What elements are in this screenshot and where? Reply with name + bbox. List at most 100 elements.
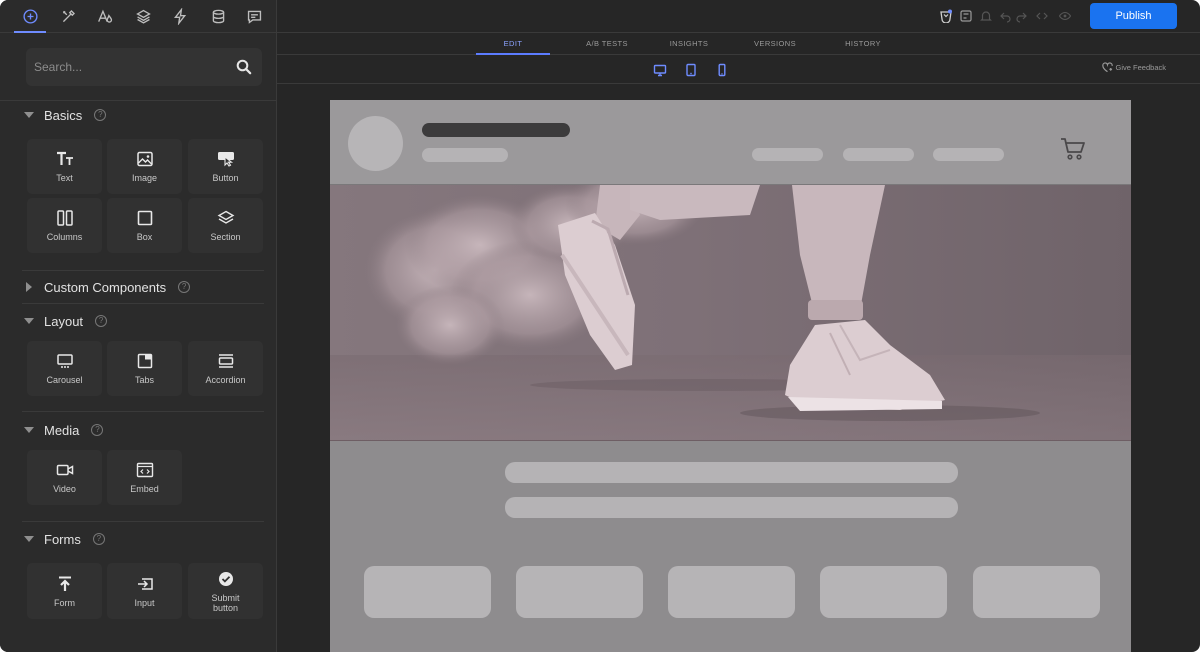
component-label: Form	[54, 597, 75, 608]
card-placeholder[interactable]	[364, 566, 491, 618]
give-feedback-link[interactable]: Give Feedback	[1101, 62, 1166, 73]
feedback-heart-icon	[1101, 62, 1113, 73]
component-columns[interactable]: Columns	[27, 198, 102, 253]
code-icon[interactable]	[1035, 9, 1049, 23]
cart-icon[interactable]	[1060, 137, 1086, 161]
nav-link-placeholder[interactable]	[933, 148, 1004, 161]
sidebar-tab-bar	[0, 0, 277, 33]
help-icon[interactable]: ?	[178, 281, 191, 293]
nav-link-placeholder[interactable]	[752, 148, 823, 161]
desktop-icon[interactable]	[653, 63, 667, 77]
tab-layers[interactable]	[125, 0, 161, 33]
subtitle-placeholder[interactable]	[422, 148, 508, 162]
help-icon[interactable]: ?	[92, 533, 105, 545]
section-title-layout: Layout	[44, 313, 84, 329]
mobile-icon[interactable]	[715, 63, 729, 77]
logo-placeholder[interactable]	[348, 116, 403, 171]
card-placeholder[interactable]	[820, 566, 947, 618]
sneaker-photo	[330, 185, 1131, 440]
tabs-icon	[136, 352, 154, 370]
text-icon	[56, 150, 74, 168]
mode-tabs: EDIT A/B TESTS INSIGHTS VERSIONS HISTORY	[277, 33, 1200, 55]
card-placeholder[interactable]	[973, 566, 1100, 618]
preview-eye-icon[interactable]	[1058, 9, 1072, 23]
section-title-forms: Forms	[44, 531, 81, 547]
comment-icon	[247, 10, 261, 24]
component-label: Text	[56, 173, 73, 183]
divider	[22, 521, 264, 522]
text-line-placeholder[interactable]	[505, 462, 958, 483]
hero-image[interactable]	[330, 185, 1131, 441]
component-label: Section	[210, 232, 241, 242]
tab-comments[interactable]	[236, 0, 272, 33]
component-label: Input	[134, 597, 155, 608]
component-carousel[interactable]: Carousel	[27, 341, 102, 396]
notification-badge-icon[interactable]	[939, 9, 953, 24]
nav-link-placeholder[interactable]	[843, 148, 914, 161]
search-input[interactable]	[26, 48, 226, 86]
card-placeholder[interactable]	[516, 566, 643, 618]
publish-button[interactable]: Publish	[1090, 3, 1177, 29]
section-header-forms[interactable]: Forms ?	[24, 529, 105, 549]
tab-history[interactable]: HISTORY	[826, 33, 900, 54]
embed-icon	[136, 461, 154, 479]
input-icon	[136, 575, 154, 593]
text-line-placeholder[interactable]	[505, 497, 958, 518]
component-submit-button[interactable]: Submit button	[188, 563, 263, 619]
component-tabs[interactable]: Tabs	[107, 341, 182, 396]
tab-add[interactable]	[12, 0, 48, 33]
component-box[interactable]: Box	[107, 198, 182, 253]
help-icon[interactable]: ?	[91, 424, 104, 436]
page-canvas[interactable]	[330, 100, 1131, 652]
component-section[interactable]: Section	[188, 198, 263, 253]
tablet-icon[interactable]	[684, 63, 698, 77]
tab-ab-tests[interactable]: A/B TESTS	[570, 33, 644, 54]
divider	[0, 100, 277, 101]
component-input[interactable]: Input	[107, 563, 182, 619]
tab-edit[interactable]: EDIT	[476, 33, 550, 55]
component-label: Image	[131, 173, 157, 183]
component-text[interactable]: Text	[27, 139, 102, 194]
form-icon	[56, 575, 74, 593]
section-header-basics[interactable]: Basics ?	[24, 105, 107, 125]
top-toolbar: Publish	[277, 0, 1200, 33]
section-header-media[interactable]: Media ?	[24, 420, 104, 440]
card-placeholder[interactable]	[668, 566, 795, 618]
component-label: Carousel	[46, 375, 83, 385]
caret-down-icon	[24, 427, 34, 433]
section-header-layout[interactable]: Layout ?	[24, 311, 108, 331]
component-embed[interactable]: Embed	[107, 450, 182, 505]
redo-icon[interactable]	[1014, 9, 1028, 23]
component-video[interactable]: Video	[27, 450, 102, 505]
component-label: Button	[212, 173, 239, 183]
section-icon	[217, 209, 235, 227]
component-button[interactable]: Button	[188, 139, 263, 194]
image-icon	[136, 150, 154, 168]
caret-down-icon	[24, 112, 34, 118]
tab-design[interactable]	[50, 0, 86, 33]
component-accordion[interactable]: Accordion	[188, 341, 263, 396]
tab-versions[interactable]: VERSIONS	[738, 33, 812, 54]
tab-typography[interactable]	[87, 0, 123, 33]
add-circle-icon	[22, 9, 38, 24]
typography-icon	[97, 9, 112, 23]
section-title-custom-components: Custom Components	[44, 279, 167, 295]
editor-app: Basics ? Text Image Button Columns Box S…	[0, 0, 1200, 652]
search-icon[interactable]	[236, 59, 252, 75]
component-image[interactable]: Image	[107, 139, 182, 194]
component-label: Columns	[46, 232, 83, 242]
tab-interactions[interactable]	[162, 0, 198, 33]
site-header-placeholder[interactable]	[330, 100, 1131, 185]
tab-data[interactable]	[200, 0, 236, 33]
component-form[interactable]: Form	[27, 563, 102, 619]
bell-icon[interactable]	[979, 9, 993, 23]
settings-panel-icon[interactable]	[959, 9, 973, 23]
help-icon[interactable]: ?	[94, 109, 107, 121]
title-placeholder[interactable]	[422, 123, 570, 137]
section-header-custom-components[interactable]: Custom Components ?	[24, 277, 191, 297]
submit-check-icon	[217, 570, 235, 588]
undo-icon[interactable]	[999, 9, 1013, 23]
component-label: Tabs	[134, 375, 154, 385]
help-icon[interactable]: ?	[95, 315, 108, 327]
tab-insights[interactable]: INSIGHTS	[652, 33, 726, 54]
